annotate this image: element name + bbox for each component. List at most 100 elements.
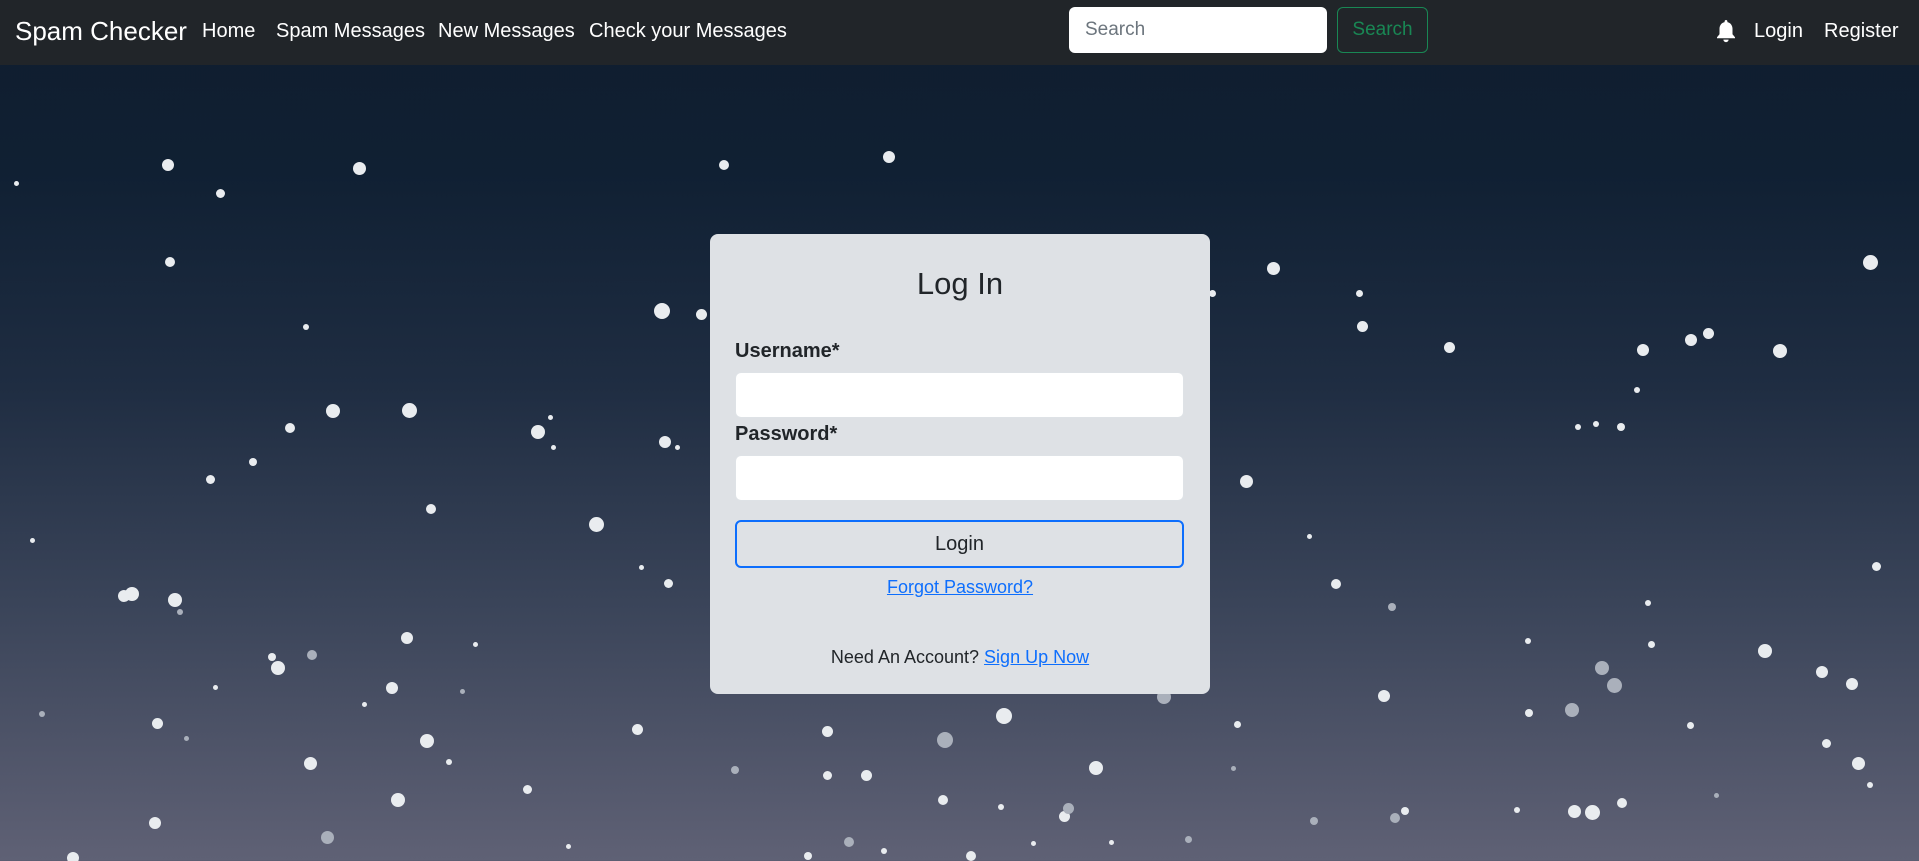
snowflake — [285, 423, 295, 433]
snowflake — [459, 688, 465, 694]
snowflake — [401, 402, 417, 418]
snowflake — [547, 414, 553, 420]
snowflake — [565, 843, 571, 849]
snowflake — [1230, 765, 1236, 771]
snowflake — [1758, 644, 1772, 658]
snowflake — [1871, 561, 1881, 571]
snowflake — [1567, 804, 1581, 818]
nav-link-login[interactable]: Login — [1754, 18, 1803, 44]
signup-row: Need An Account? Sign Up Now — [710, 645, 1210, 669]
snowflake — [1089, 761, 1103, 775]
snowflake — [125, 587, 139, 601]
snowflake — [1514, 807, 1520, 813]
snowflake — [663, 578, 673, 588]
snowflake — [1862, 254, 1878, 270]
snowflake — [215, 188, 225, 198]
snowflake — [1575, 424, 1581, 430]
snowflake — [1355, 289, 1363, 297]
bell-icon[interactable] — [1716, 19, 1736, 43]
snowflake — [1595, 661, 1609, 675]
snowflake — [472, 641, 478, 647]
nav-link-check-messages[interactable]: Check your Messages — [589, 18, 787, 44]
snowflake — [822, 770, 832, 780]
snowflake — [1851, 756, 1865, 770]
snowflake — [212, 684, 218, 690]
snowflake — [996, 708, 1012, 724]
snowflake — [1821, 738, 1831, 748]
snowflake — [719, 160, 729, 170]
snowflake — [1108, 839, 1114, 845]
snowflake — [1617, 798, 1627, 808]
snowflake — [1306, 533, 1312, 539]
snowflake — [881, 848, 887, 854]
snowflake — [1645, 600, 1651, 606]
snowflake — [1702, 327, 1714, 339]
snowflake — [1401, 807, 1409, 815]
snowflake — [659, 436, 671, 448]
search-input[interactable] — [1069, 7, 1327, 53]
snowflake — [162, 159, 174, 171]
password-label: Password* — [735, 423, 838, 445]
snowflake — [1867, 782, 1873, 788]
snowflake — [550, 444, 556, 450]
snowflake — [1378, 690, 1390, 702]
snowflake — [1773, 344, 1787, 358]
snowflake — [1617, 423, 1625, 431]
snowflake — [326, 404, 340, 418]
snowflake — [183, 735, 189, 741]
nav-link-home[interactable]: Home — [202, 18, 255, 44]
login-button[interactable]: Login — [735, 520, 1184, 568]
snowflake — [1390, 813, 1400, 823]
snowflake — [401, 632, 413, 644]
snowflake — [860, 769, 872, 781]
snowflake — [1310, 817, 1318, 825]
snowflake — [1233, 720, 1241, 728]
snowflake — [1634, 387, 1640, 393]
snowflake — [29, 537, 35, 543]
brand-logo[interactable]: Spam Checker — [15, 14, 187, 48]
snowflake — [361, 701, 367, 707]
snowflake — [1584, 804, 1600, 820]
snowflake — [1266, 261, 1280, 275]
snowflake — [420, 734, 434, 748]
snowflake — [1331, 579, 1341, 589]
signup-link[interactable]: Sign Up Now — [984, 647, 1089, 667]
snowflake — [938, 795, 948, 805]
page-title: Log In — [916, 266, 1004, 301]
snowflake — [1816, 666, 1828, 678]
snowflake — [149, 817, 161, 829]
username-field[interactable] — [735, 372, 1184, 418]
snowflake — [39, 711, 45, 717]
nav-link-spam-messages[interactable]: Spam Messages — [276, 18, 425, 44]
snowflake — [654, 303, 670, 319]
snowflake — [446, 759, 452, 765]
password-field[interactable] — [735, 455, 1184, 501]
snowflake — [303, 324, 309, 330]
nav-link-register[interactable]: Register — [1824, 18, 1898, 44]
snowflake — [1525, 709, 1533, 717]
snowflake — [883, 151, 895, 163]
snowflake — [1686, 721, 1694, 729]
snowflake — [352, 161, 366, 175]
snowflake — [844, 837, 854, 847]
snowflake — [1388, 603, 1396, 611]
snowflake — [1713, 792, 1719, 798]
snowflake — [1356, 320, 1368, 332]
snowflake — [937, 732, 953, 748]
snowflake — [631, 723, 643, 735]
snowflake — [303, 756, 317, 770]
snowflake — [1637, 344, 1649, 356]
snowflake — [1184, 835, 1192, 843]
snowflake — [271, 661, 285, 675]
snowflake — [1239, 474, 1253, 488]
snowflake — [1525, 638, 1531, 644]
forgot-password-link[interactable]: Forgot Password? — [887, 577, 1033, 597]
snowflake — [1606, 677, 1622, 693]
snowflake — [268, 653, 276, 661]
search-button[interactable]: Search — [1337, 7, 1428, 53]
username-label: Username* — [735, 340, 840, 362]
snowflake — [821, 725, 833, 737]
snowflake — [1647, 640, 1655, 648]
nav-link-new-messages[interactable]: New Messages — [438, 18, 575, 44]
snowflake — [177, 609, 183, 615]
